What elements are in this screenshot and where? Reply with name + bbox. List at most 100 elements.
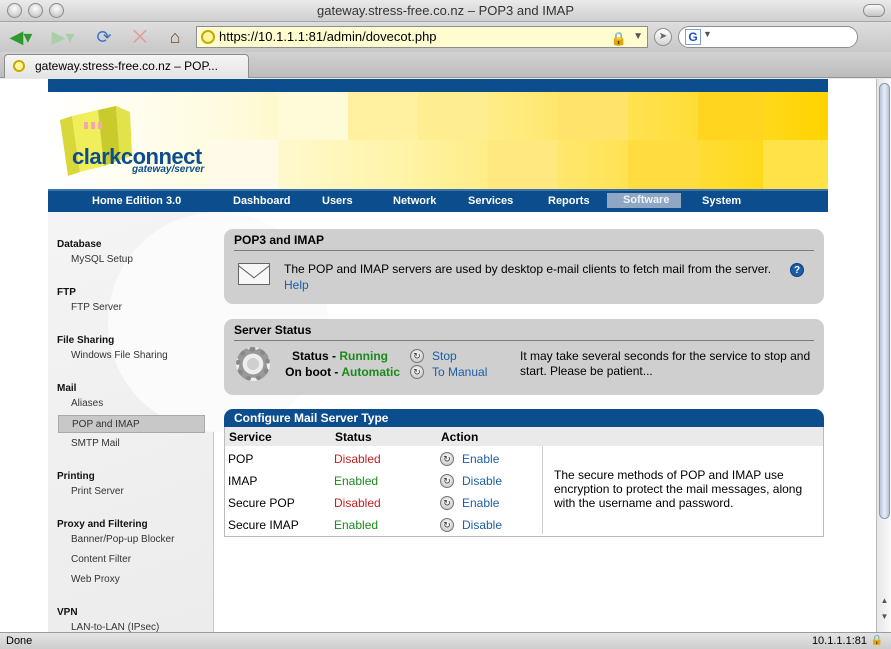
lock-icon[interactable]: 🔒 — [611, 29, 627, 49]
search-engine-icon[interactable]: G — [685, 29, 701, 45]
table-row-status: Disabled — [334, 452, 381, 466]
stop-button[interactable]: Stop — [432, 349, 457, 363]
sidebar-item-web-proxy[interactable]: Web Proxy — [58, 571, 205, 589]
tab-bar: gateway.stress-free.co.nz – POP... — [0, 52, 891, 78]
page-viewport: clarkconnect gateway/server Home Edition… — [0, 79, 876, 632]
status-note: It may take several seconds for the serv… — [520, 349, 811, 378]
home-icon[interactable]: ⌂ — [163, 25, 187, 49]
enable-pop-button[interactable]: Enable — [462, 452, 499, 466]
minimize-window-button[interactable] — [28, 3, 43, 18]
toolbar-toggle-button[interactable] — [863, 4, 885, 17]
nav-software[interactable]: Software — [607, 193, 681, 208]
zoom-window-button[interactable] — [49, 3, 64, 18]
scrollbar-thumb[interactable] — [879, 83, 890, 519]
sidebar-item-windows-file-sharing[interactable]: Windows File Sharing — [58, 347, 205, 365]
server-status-title: Server Status — [234, 323, 312, 337]
sidebar-heading-mail: Mail — [57, 383, 77, 394]
url-dropdown-icon[interactable]: ▼ — [633, 27, 643, 47]
sidebar-item-content-filter[interactable]: Content Filter — [58, 551, 205, 569]
sidebar-item-smtp-mail[interactable]: SMTP Mail — [58, 435, 205, 453]
onboot-label: On boot - — [285, 365, 339, 379]
sidebar-item-ftp-server[interactable]: FTP Server — [58, 299, 205, 317]
search-engine-dropdown-icon[interactable]: ▼ — [703, 29, 712, 39]
column-status: Status — [335, 430, 372, 444]
browser-toolbar: ◀▾ ▶▾ ⟳ ⨉ ⌂ https://10.1.1.1:81/admin/do… — [0, 22, 891, 52]
status-host: 10.1.1.1:81 — [811, 635, 867, 647]
status-label: Status - — [291, 349, 336, 363]
nav-network[interactable]: Network — [393, 195, 436, 207]
tab-current[interactable]: gateway.stress-free.co.nz – POP... — [4, 54, 249, 78]
sidebar-item-mysql-setup[interactable]: MySQL Setup — [58, 251, 205, 269]
site-favicon-icon — [201, 30, 215, 44]
intro-description: The POP and IMAP servers are used by des… — [284, 261, 784, 293]
mail-icon — [238, 263, 270, 285]
sidebar-item-lan-to-lan[interactable]: LAN-to-LAN (IPsec) — [58, 619, 205, 632]
table-row-service: POP — [228, 452, 254, 466]
sidebar-item-pop-and-imap[interactable]: POP and IMAP — [58, 415, 205, 433]
intro-title: POP3 and IMAP — [234, 233, 325, 247]
table-row-status: Enabled — [334, 474, 379, 488]
sidebar-heading-vpn: VPN — [57, 607, 78, 618]
sidebar: Database MySQL Setup FTP FTP Server File… — [48, 212, 328, 632]
back-icon[interactable]: ◀▾ — [6, 25, 36, 49]
action-icon[interactable]: ↻ — [440, 474, 454, 488]
intro-panel: POP3 and IMAP The POP and IMAP servers a… — [224, 229, 824, 304]
nav-dashboard[interactable]: Dashboard — [233, 195, 290, 207]
table-row-status: Enabled — [334, 518, 379, 532]
tab-label: gateway.stress-free.co.nz – POP... — [35, 59, 218, 73]
go-button[interactable]: ➤ — [654, 28, 672, 46]
sidebar-heading-proxy-filtering: Proxy and Filtering — [57, 519, 148, 530]
scroll-up-icon[interactable]: ▲ — [879, 595, 890, 607]
config-columns: Service Status Action — [224, 427, 824, 446]
status-bar: Done 10.1.1.1:81 🔒 — [0, 632, 891, 649]
header-stripe — [48, 79, 828, 92]
banner: clarkconnect gateway/server — [48, 92, 828, 189]
sidebar-heading-file-sharing: File Sharing — [57, 335, 115, 346]
action-icon[interactable]: ↻ — [410, 349, 424, 363]
enable-secure-pop-button[interactable]: Enable — [462, 496, 499, 510]
url-text: https://10.1.1.1:81/admin/dovecot.php — [219, 29, 437, 44]
main-nav: Home Edition 3.0 Dashboard Users Network… — [48, 189, 828, 212]
help-icon[interactable]: ? — [790, 263, 804, 277]
config-note: The secure methods of POP and IMAP use e… — [554, 468, 803, 510]
search-input[interactable]: G ▼ — [678, 26, 858, 48]
close-window-button[interactable] — [7, 3, 22, 18]
table-row-status: Disabled — [334, 496, 381, 510]
to-manual-button[interactable]: To Manual — [432, 365, 487, 379]
column-service: Service — [229, 430, 272, 444]
sidebar-item-aliases[interactable]: Aliases — [58, 395, 205, 413]
column-action: Action — [441, 430, 479, 444]
nav-system[interactable]: System — [702, 195, 741, 207]
logo-mark-icon — [58, 102, 138, 183]
sidebar-item-print-server[interactable]: Print Server — [58, 483, 205, 501]
scroll-down-icon[interactable]: ▼ — [879, 611, 890, 623]
onboot-value: Automatic — [341, 365, 400, 379]
table-row-service: Secure IMAP — [228, 518, 299, 532]
nav-services[interactable]: Services — [468, 195, 513, 207]
action-icon[interactable]: ↻ — [440, 496, 454, 510]
gear-icon — [236, 347, 270, 381]
sidebar-heading-database: Database — [57, 239, 102, 250]
page: clarkconnect gateway/server Home Edition… — [48, 79, 828, 632]
window-titlebar: gateway.stress-free.co.nz – POP3 and IMA… — [0, 0, 891, 22]
reload-icon[interactable]: ⟳ — [92, 25, 116, 49]
action-icon[interactable]: ↻ — [440, 518, 454, 532]
status-lock-icon: 🔒 — [870, 635, 883, 646]
edition-label: Home Edition 3.0 — [92, 195, 182, 207]
action-icon[interactable]: ↻ — [410, 365, 424, 379]
url-input[interactable]: https://10.1.1.1:81/admin/dovecot.php 🔒 … — [196, 26, 648, 48]
disable-imap-button[interactable]: Disable — [462, 474, 502, 488]
stop-icon[interactable]: ⨉ — [128, 25, 152, 49]
table-row-service: Secure POP — [228, 496, 295, 510]
forward-icon[interactable]: ▶▾ — [48, 25, 78, 49]
nav-users[interactable]: Users — [322, 195, 353, 207]
action-icon[interactable]: ↻ — [440, 452, 454, 466]
intro-description-text: The POP and IMAP servers are used by des… — [284, 262, 772, 276]
disable-secure-imap-button[interactable]: Disable — [462, 518, 502, 532]
help-link[interactable]: Help — [284, 278, 309, 292]
config-header: Configure Mail Server Type — [224, 409, 824, 427]
config-title: Configure Mail Server Type — [234, 411, 389, 425]
nav-reports[interactable]: Reports — [548, 195, 590, 207]
vertical-scrollbar[interactable]: ▲ ▼ — [876, 79, 891, 632]
sidebar-item-banner-popup-blocker[interactable]: Banner/Pop-up Blocker — [58, 531, 205, 549]
